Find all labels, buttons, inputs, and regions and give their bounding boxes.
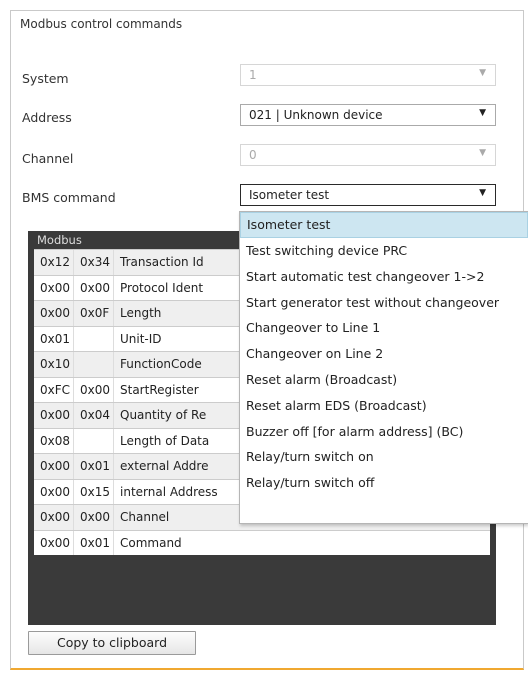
byte2-cell: 0x34	[74, 250, 114, 275]
address-label: Address	[22, 110, 72, 125]
byte1-cell: 0x00	[34, 454, 74, 479]
byte1-cell: 0x00	[34, 403, 74, 428]
address-value: 021 | Unknown device	[249, 108, 383, 122]
byte1-cell: 0x00	[34, 479, 74, 504]
byte1-cell: 0x08	[34, 428, 74, 453]
system-select[interactable]: 1 ▼	[240, 64, 496, 86]
table-row: 0x00 0x01 Command	[34, 529, 490, 555]
dropdown-option-start-generator-test[interactable]: Start generator test without changeover	[240, 290, 528, 316]
byte2-cell: 0x15	[74, 479, 114, 504]
bms-command-select[interactable]: Isometer test ▼	[240, 184, 496, 206]
copy-to-clipboard-button[interactable]: Copy to clipboard	[28, 631, 196, 655]
dropdown-option-isometer-test[interactable]: Isometer test	[240, 212, 528, 238]
byte2-cell	[74, 326, 114, 351]
system-label: System	[22, 71, 69, 86]
byte2-cell: 0x01	[74, 530, 114, 555]
byte2-cell	[74, 352, 114, 377]
dropdown-option-relay-off[interactable]: Relay/turn switch off	[240, 470, 528, 496]
dropdown-option-changeover-line-1[interactable]: Changeover to Line 1	[240, 315, 528, 341]
byte2-cell: 0x00	[74, 275, 114, 300]
chevron-down-icon: ▼	[479, 148, 486, 158]
byte2-cell: 0x00	[74, 505, 114, 530]
byte2-cell: 0x04	[74, 403, 114, 428]
description-cell: Command	[120, 535, 182, 550]
bms-command-value: Isometer test	[249, 188, 330, 202]
byte1-cell: 0x12	[34, 250, 74, 275]
channel-select[interactable]: 0 ▼	[240, 144, 496, 166]
byte1-cell: 0xFC	[34, 377, 74, 402]
system-value: 1	[249, 68, 257, 82]
channel-value: 0	[249, 148, 257, 162]
dropdown-option-changeover-line-2[interactable]: Changeover on Line 2	[240, 341, 528, 367]
channel-label: Channel	[22, 151, 74, 166]
address-select[interactable]: 021 | Unknown device ▼	[240, 104, 496, 126]
dropdown-option-buzzer-off[interactable]: Buzzer off [for alarm address] (BC)	[240, 419, 528, 445]
dropdown-option-start-automatic-test[interactable]: Start automatic test changeover 1->2	[240, 264, 528, 290]
byte1-cell: 0x00	[34, 301, 74, 326]
byte2-cell	[74, 428, 114, 453]
chevron-down-icon: ▼	[479, 108, 486, 118]
byte2-cell: 0x01	[74, 454, 114, 479]
dropdown-option-reset-alarm-eds[interactable]: Reset alarm EDS (Broadcast)	[240, 393, 528, 419]
dropdown-option-test-switching-device[interactable]: Test switching device PRC	[240, 238, 528, 264]
byte1-cell: 0x00	[34, 505, 74, 530]
panel-title: Modbus control commands	[20, 17, 183, 31]
byte2-cell: 0x00	[74, 377, 114, 402]
dropdown-option-relay-on[interactable]: Relay/turn switch on	[240, 444, 528, 470]
bms-command-dropdown-list[interactable]: Isometer test Test switching device PRC …	[239, 211, 528, 524]
bms-command-label: BMS command	[22, 190, 116, 205]
chevron-down-icon: ▼	[479, 188, 486, 198]
byte1-cell: 0x00	[34, 530, 74, 555]
chevron-down-icon: ▼	[479, 68, 486, 78]
byte1-cell: 0x00	[34, 275, 74, 300]
byte1-cell: 0x01	[34, 326, 74, 351]
dropdown-option-reset-alarm[interactable]: Reset alarm (Broadcast)	[240, 367, 528, 393]
byte1-cell: 0x10	[34, 352, 74, 377]
byte2-cell: 0x0F	[74, 301, 114, 326]
